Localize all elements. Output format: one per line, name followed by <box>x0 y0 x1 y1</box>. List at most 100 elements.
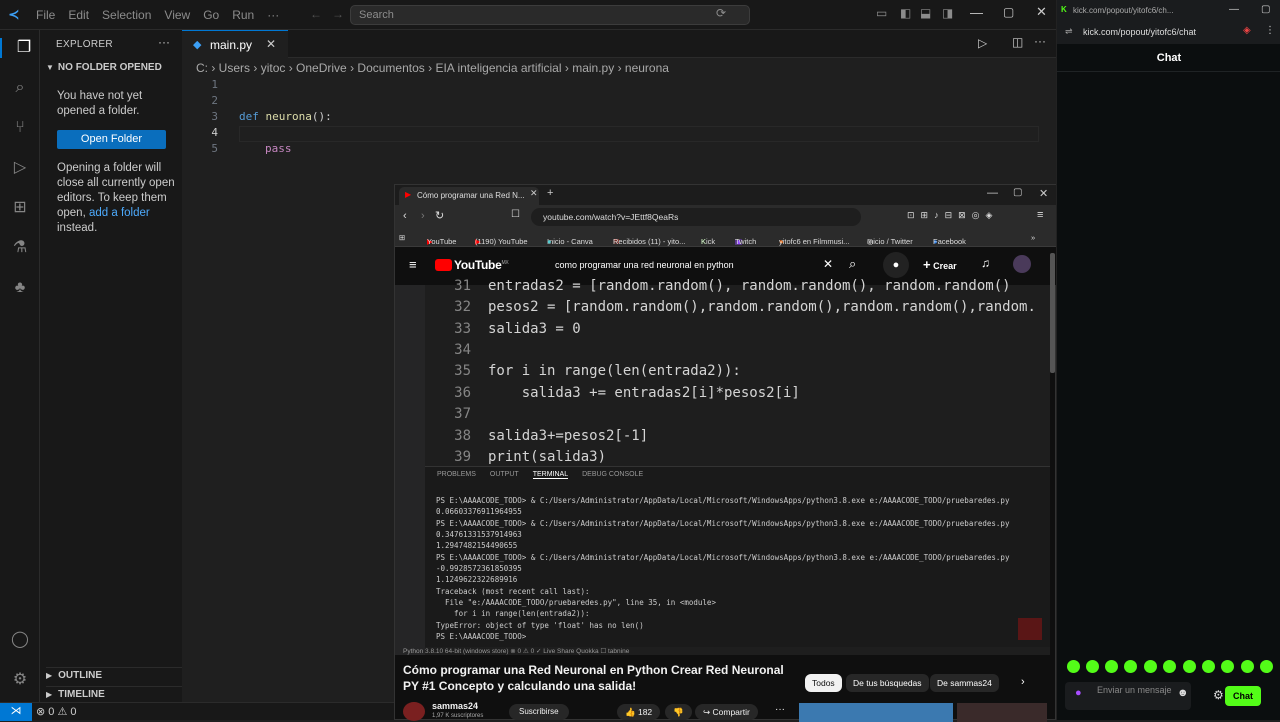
emote-icon[interactable] <box>1144 660 1157 673</box>
chip-all[interactable]: Todos <box>805 674 842 692</box>
testing-icon[interactable]: ⚗ <box>10 238 30 258</box>
create-button[interactable]: + Crear <box>923 257 957 272</box>
emote-icon[interactable] <box>1241 660 1254 673</box>
split-editor-icon[interactable]: ◫ <box>1012 35 1023 49</box>
menu-file[interactable]: File <box>36 8 55 22</box>
layout-icon[interactable]: ▭ <box>876 6 887 20</box>
more-options-icon[interactable]: ··· <box>775 704 785 715</box>
code-line-def[interactable]: def neurona(): <box>239 110 332 123</box>
menu-run[interactable]: Run <box>232 8 254 22</box>
toggle-sidebar-icon[interactable]: ◧ <box>900 6 911 20</box>
explorer-icon[interactable]: ❐ <box>0 38 38 58</box>
close-tab-icon[interactable]: ✕ <box>530 188 538 199</box>
emote-icon[interactable] <box>1105 660 1118 673</box>
extension-icon[interactable]: ◈ <box>1243 25 1251 36</box>
close-window-icon[interactable]: ✕ <box>1036 4 1047 20</box>
reload-icon[interactable]: ↻ <box>435 209 444 222</box>
nav-forward-icon[interactable]: → <box>332 7 344 21</box>
chip-searches[interactable]: De tus búsquedas <box>846 674 929 692</box>
chat-message-input[interactable]: ● Enviar un mensaje ☻ <box>1065 682 1191 710</box>
more-actions-icon[interactable]: ··· <box>158 35 170 49</box>
video-player[interactable]: 31 entradas2 = [random.random(), random.… <box>395 278 1050 655</box>
menu-view[interactable]: View <box>164 8 190 22</box>
site-info-icon[interactable]: ⇌ <box>1065 26 1073 37</box>
breadcrumb-item[interactable]: Documentos <box>357 61 424 75</box>
recommended-thumbnail[interactable] <box>957 703 1047 722</box>
nav-back-icon[interactable]: ← <box>310 7 322 21</box>
dislike-button[interactable]: 👎 <box>665 704 692 720</box>
emote-icon[interactable] <box>1260 660 1273 673</box>
bookmark-icon[interactable]: ☐ <box>511 209 520 220</box>
gear-icon[interactable]: ⚙ <box>10 670 30 690</box>
python-icon[interactable]: ♣ <box>10 278 30 298</box>
emote-icon[interactable] <box>1163 660 1176 673</box>
breadcrumb-item[interactable]: main.py <box>572 61 614 75</box>
close-tab-icon[interactable]: ✕ <box>266 37 276 51</box>
subscribe-button[interactable]: Suscribirse <box>509 704 569 720</box>
scrollbar[interactable] <box>1050 253 1055 373</box>
breadcrumb-item[interactable]: Users <box>219 61 250 75</box>
recommended-thumbnail[interactable] <box>799 703 953 722</box>
remote-indicator[interactable]: ⋊ <box>0 703 32 721</box>
forward-icon[interactable]: › <box>421 210 425 222</box>
menu-more[interactable]: ··· <box>267 8 279 22</box>
open-folder-button[interactable]: Open Folder <box>57 130 166 149</box>
notifications-icon[interactable]: ♫ <box>981 256 990 270</box>
breadcrumb-item[interactable]: yitoc <box>261 61 286 75</box>
maximize-icon[interactable]: ▢ <box>1013 187 1022 198</box>
close-window-icon[interactable]: ✕ <box>1039 187 1048 200</box>
microphone-icon[interactable]: ● <box>1075 688 1082 699</box>
copilot-icon[interactable]: ⟳ <box>716 6 726 20</box>
apps-icon[interactable]: ⊞ <box>399 233 405 242</box>
toggle-secondary-icon[interactable]: ◨ <box>942 6 953 20</box>
emoji-icon[interactable]: ☻ <box>1177 688 1189 699</box>
command-search[interactable]: Search <box>350 5 750 25</box>
emote-icon[interactable] <box>1221 660 1234 673</box>
breadcrumb-item[interactable]: neurona <box>625 61 669 75</box>
add-folder-link[interactable]: add a folder <box>89 207 150 219</box>
chat-settings-icon[interactable]: ⚙ <box>1213 688 1224 702</box>
maximize-icon[interactable]: ▢ <box>1003 5 1014 19</box>
emote-icon[interactable] <box>1086 660 1099 673</box>
emote-icon[interactable] <box>1067 660 1080 673</box>
avatar[interactable] <box>1013 255 1031 273</box>
chip-channel[interactable]: De sammas24 <box>930 674 999 692</box>
chips-next-icon[interactable]: › <box>1021 676 1025 688</box>
account-icon[interactable]: ◯ <box>10 630 30 650</box>
menu-go[interactable]: Go <box>203 8 219 22</box>
more-bookmarks-icon[interactable]: » <box>1031 233 1035 242</box>
menu-edit[interactable]: Edit <box>68 8 89 22</box>
kick-url-bar[interactable]: ⇌ kick.com/popout/yitofc6/chat ◈ ⋮ <box>1057 22 1280 44</box>
timeline-section[interactable]: ▶ TIMELINE <box>46 686 182 700</box>
outline-section[interactable]: ▶ OUTLINE <box>46 667 182 681</box>
problems-indicator[interactable]: ⊗ 0 ⚠ 0 <box>36 705 77 718</box>
minimize-icon[interactable]: — <box>970 5 983 20</box>
source-control-icon[interactable]: ⑂ <box>10 118 30 138</box>
like-button[interactable]: 👍 182 <box>617 704 661 720</box>
channel-avatar[interactable] <box>403 702 425 721</box>
breadcrumb-item[interactable]: OneDrive <box>296 61 347 75</box>
menu-selection[interactable]: Selection <box>102 8 151 22</box>
back-icon[interactable]: ‹ <box>403 210 407 222</box>
browser-menu-icon[interactable]: ≡ <box>1037 209 1043 221</box>
youtube-logo[interactable]: YouTubeMX <box>435 258 509 272</box>
minimize-icon[interactable]: — <box>1229 4 1239 15</box>
url-bar[interactable]: youtube.com/watch?v=JEttf8QeaRs <box>531 208 861 226</box>
share-button[interactable]: ↪ Compartir <box>695 704 758 720</box>
run-debug-icon[interactable]: ▷ <box>10 158 30 178</box>
search-icon[interactable]: ⌕ <box>849 256 856 272</box>
toggle-panel-icon[interactable]: ⬓ <box>920 6 931 20</box>
extensions-icon[interactable]: ⊞ <box>10 198 30 218</box>
run-file-icon[interactable]: ▷ <box>978 36 987 50</box>
emote-icon[interactable] <box>1202 660 1215 673</box>
browser-tab[interactable]: ▶ Cómo programar una Red N... <box>399 187 539 205</box>
search-icon[interactable]: ⌕ <box>10 78 30 98</box>
extensions-icon[interactable]: ⊡⊞♪⊟⊠◎◈ <box>907 210 998 221</box>
youtube-search-input[interactable]: como programar una red neuronal en pytho… <box>545 255 845 277</box>
emote-icon[interactable] <box>1183 660 1196 673</box>
tab-main-py[interactable]: ◆ main.py ✕ <box>182 30 288 58</box>
maximize-icon[interactable]: ▢ <box>1261 4 1270 15</box>
new-tab-icon[interactable]: + <box>547 187 553 199</box>
editor-more-icon[interactable]: ··· <box>1034 34 1046 48</box>
chat-send-button[interactable]: Chat <box>1225 686 1261 706</box>
